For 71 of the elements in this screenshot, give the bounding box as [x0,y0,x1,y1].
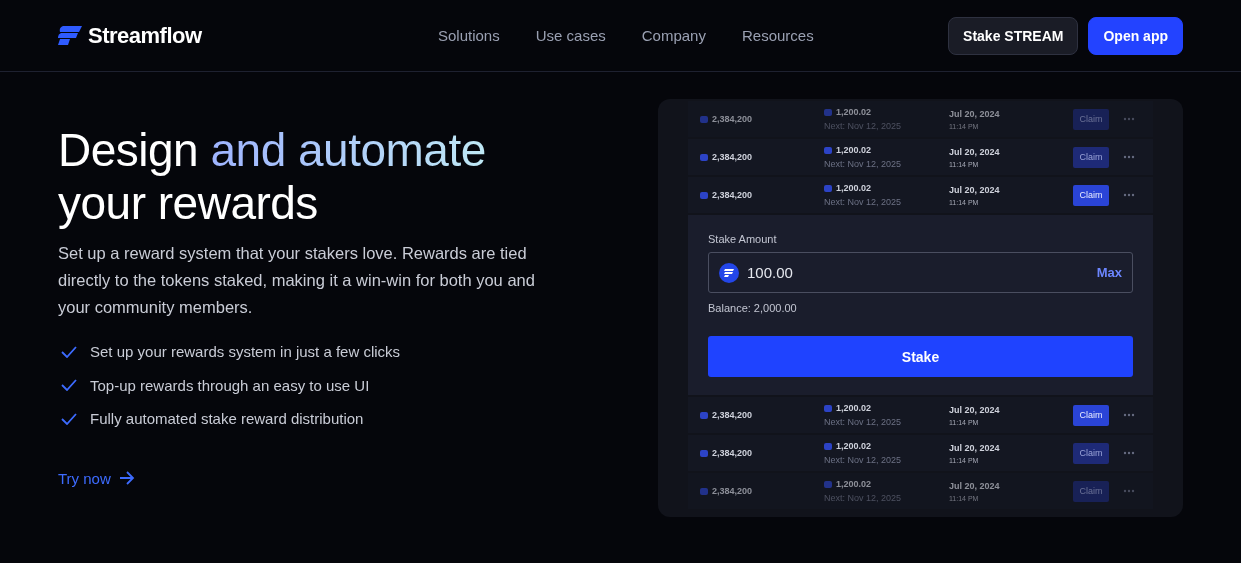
token-icon [700,191,708,199]
stake-button[interactable]: Stake STREAM [948,16,1079,55]
logo-icon [58,25,82,46]
reward-amount: 1,200.02 [836,145,872,155]
next-date: Next: Nov 12, 2025 [824,455,903,465]
reward-amount: 1,200.02 [836,107,872,117]
token-icon [700,115,708,123]
next-date: Next: Nov 12, 2025 [824,197,903,207]
reward-amount: 1,200.02 [836,403,872,413]
reward-amount: 1,200.02 [836,441,872,451]
more-icon[interactable] [1123,155,1135,159]
next-date: Next: Nov 12, 2025 [824,121,903,131]
more-icon[interactable] [1123,193,1135,197]
token-icon [824,404,832,412]
more-icon[interactable] [1123,489,1135,493]
date-text: Jul 20, 2024 [949,146,1001,157]
checkmark-icon [61,379,77,392]
staked-amount: 2,384,200 [712,448,753,458]
claim-button[interactable]: Claim [1073,184,1109,206]
date-text: Jul 20, 2024 [949,108,1001,119]
more-icon[interactable] [1123,413,1135,417]
balance-text: Balance: 2,000.00 [708,302,798,314]
next-date: Next: Nov 12, 2025 [824,159,903,169]
feature-text: Set up your rewards system in just a few clicks [90,343,401,361]
stake-submit-button[interactable]: Stake [708,336,1133,377]
claim-button[interactable]: Claim [1073,146,1109,168]
try-now-link[interactable]: Try now [58,469,135,487]
feature-text: Top-up rewards through an easy to use UI [90,376,370,394]
hero-title: Design and automate your rewards [58,124,487,230]
brand-name[interactable]: Streamflow [88,22,202,49]
token-icon [700,153,708,161]
nav-link[interactable]: Resources [741,27,814,44]
token-icon [824,442,832,450]
amount-value: 100.00 [747,264,794,281]
nav-link[interactable]: Company [641,27,706,44]
staked-amount: 2,384,200 [712,114,753,124]
token-icon [824,108,832,116]
date-text: Jul 20, 2024 [949,184,1001,195]
reward-amount: 1,200.02 [836,183,872,193]
date-text: Jul 20, 2024 [949,404,1001,415]
date-text: Jul 20, 2024 [949,442,1001,453]
max-button[interactable]: Max [1096,265,1122,280]
staked-amount: 2,384,200 [712,190,753,200]
token-icon [700,411,708,419]
hero-description: Set up a reward system that your stakers love. Rewards are tied directly to the tokens staked, making it a win-win for both you and your community members. [58,243,536,318]
claim-button[interactable]: Claim [1073,442,1109,464]
stake-amount-field[interactable]: 100.00 Max [708,252,1133,293]
arrow-right-icon [118,471,135,485]
reward-amount: 1,200.02 [836,479,872,489]
checkmark-icon [61,345,77,358]
claim-button[interactable]: Claim [1073,404,1109,426]
token-icon [824,184,832,192]
more-icon[interactable] [1123,451,1135,455]
staked-amount: 2,384,200 [712,486,753,496]
next-date: Next: Nov 12, 2025 [824,493,903,503]
feature-text: Fully automated stake reward distribution [90,410,364,428]
more-icon[interactable] [1123,117,1135,121]
token-icon [719,262,739,283]
staked-amount: 2,384,200 [712,152,753,162]
token-icon [824,480,832,488]
open-app-button[interactable]: Open app [1088,16,1183,55]
token-icon [824,146,832,154]
checkmark-icon [61,412,77,425]
date-text: Jul 20, 2024 [949,480,1001,491]
nav-link[interactable]: Solutions [438,27,500,44]
token-icon [700,487,708,495]
next-date: Next: Nov 12, 2025 [824,417,903,427]
staked-amount: 2,384,200 [712,410,753,420]
field-label: Stake Amount [708,233,778,245]
token-icon [700,449,708,457]
nav-link[interactable]: Use cases [535,27,606,44]
